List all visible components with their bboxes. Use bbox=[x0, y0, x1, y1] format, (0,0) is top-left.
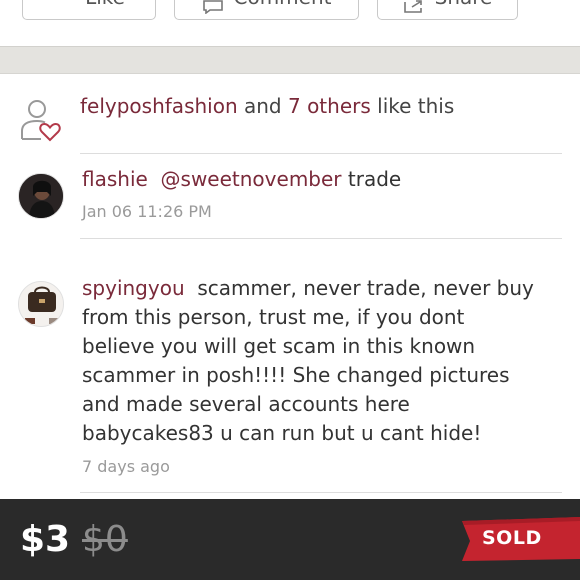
likes-joiner: and bbox=[237, 94, 288, 118]
comment-text: scammer, never trade, never buy from thi… bbox=[82, 276, 541, 445]
liker-link[interactable]: felyposhfashion bbox=[80, 94, 238, 118]
divider bbox=[80, 238, 562, 239]
comment-timestamp: 7 days ago bbox=[82, 457, 170, 476]
comment-mention[interactable]: @sweetnovember bbox=[161, 167, 342, 191]
divider bbox=[80, 492, 562, 493]
sold-badge: SOLD bbox=[482, 527, 542, 549]
person-heart-icon bbox=[16, 94, 64, 142]
price: $3 bbox=[20, 519, 71, 560]
comment-text: trade bbox=[341, 167, 402, 191]
comment-timestamp: Jan 06 11:26 PM bbox=[82, 202, 212, 221]
likes-text: felyposhfashion and 7 others like this bbox=[80, 94, 454, 118]
share-icon bbox=[403, 0, 425, 13]
avatar[interactable] bbox=[18, 281, 64, 327]
like-label: Like bbox=[85, 0, 125, 9]
comment-body: flashie @sweetnovember trade bbox=[82, 165, 537, 194]
heart-icon bbox=[53, 0, 75, 9]
original-price: $0 bbox=[82, 519, 128, 560]
speech-bubble-icon bbox=[202, 0, 224, 15]
comment-body: spyingyou scammer, never trade, never bu… bbox=[82, 274, 537, 448]
likes-suffix: like this bbox=[370, 94, 455, 118]
section-separator bbox=[0, 46, 580, 74]
share-label: Share bbox=[435, 0, 493, 9]
comment-button[interactable]: Comment bbox=[174, 0, 359, 20]
likes-summary: felyposhfashion and 7 others like this bbox=[0, 84, 580, 152]
action-bar: Like Comment Share bbox=[0, 0, 580, 46]
comment-label: Comment bbox=[234, 0, 332, 9]
avatar[interactable] bbox=[18, 173, 64, 219]
listing-footer: $3 $0 SOLD bbox=[0, 499, 580, 580]
like-button[interactable]: Like bbox=[22, 0, 156, 20]
share-button[interactable]: Share bbox=[377, 0, 518, 20]
divider bbox=[80, 153, 562, 154]
comment-author[interactable]: spyingyou bbox=[82, 276, 185, 300]
comment-author[interactable]: flashie bbox=[82, 167, 148, 191]
others-link[interactable]: 7 others bbox=[288, 94, 371, 118]
